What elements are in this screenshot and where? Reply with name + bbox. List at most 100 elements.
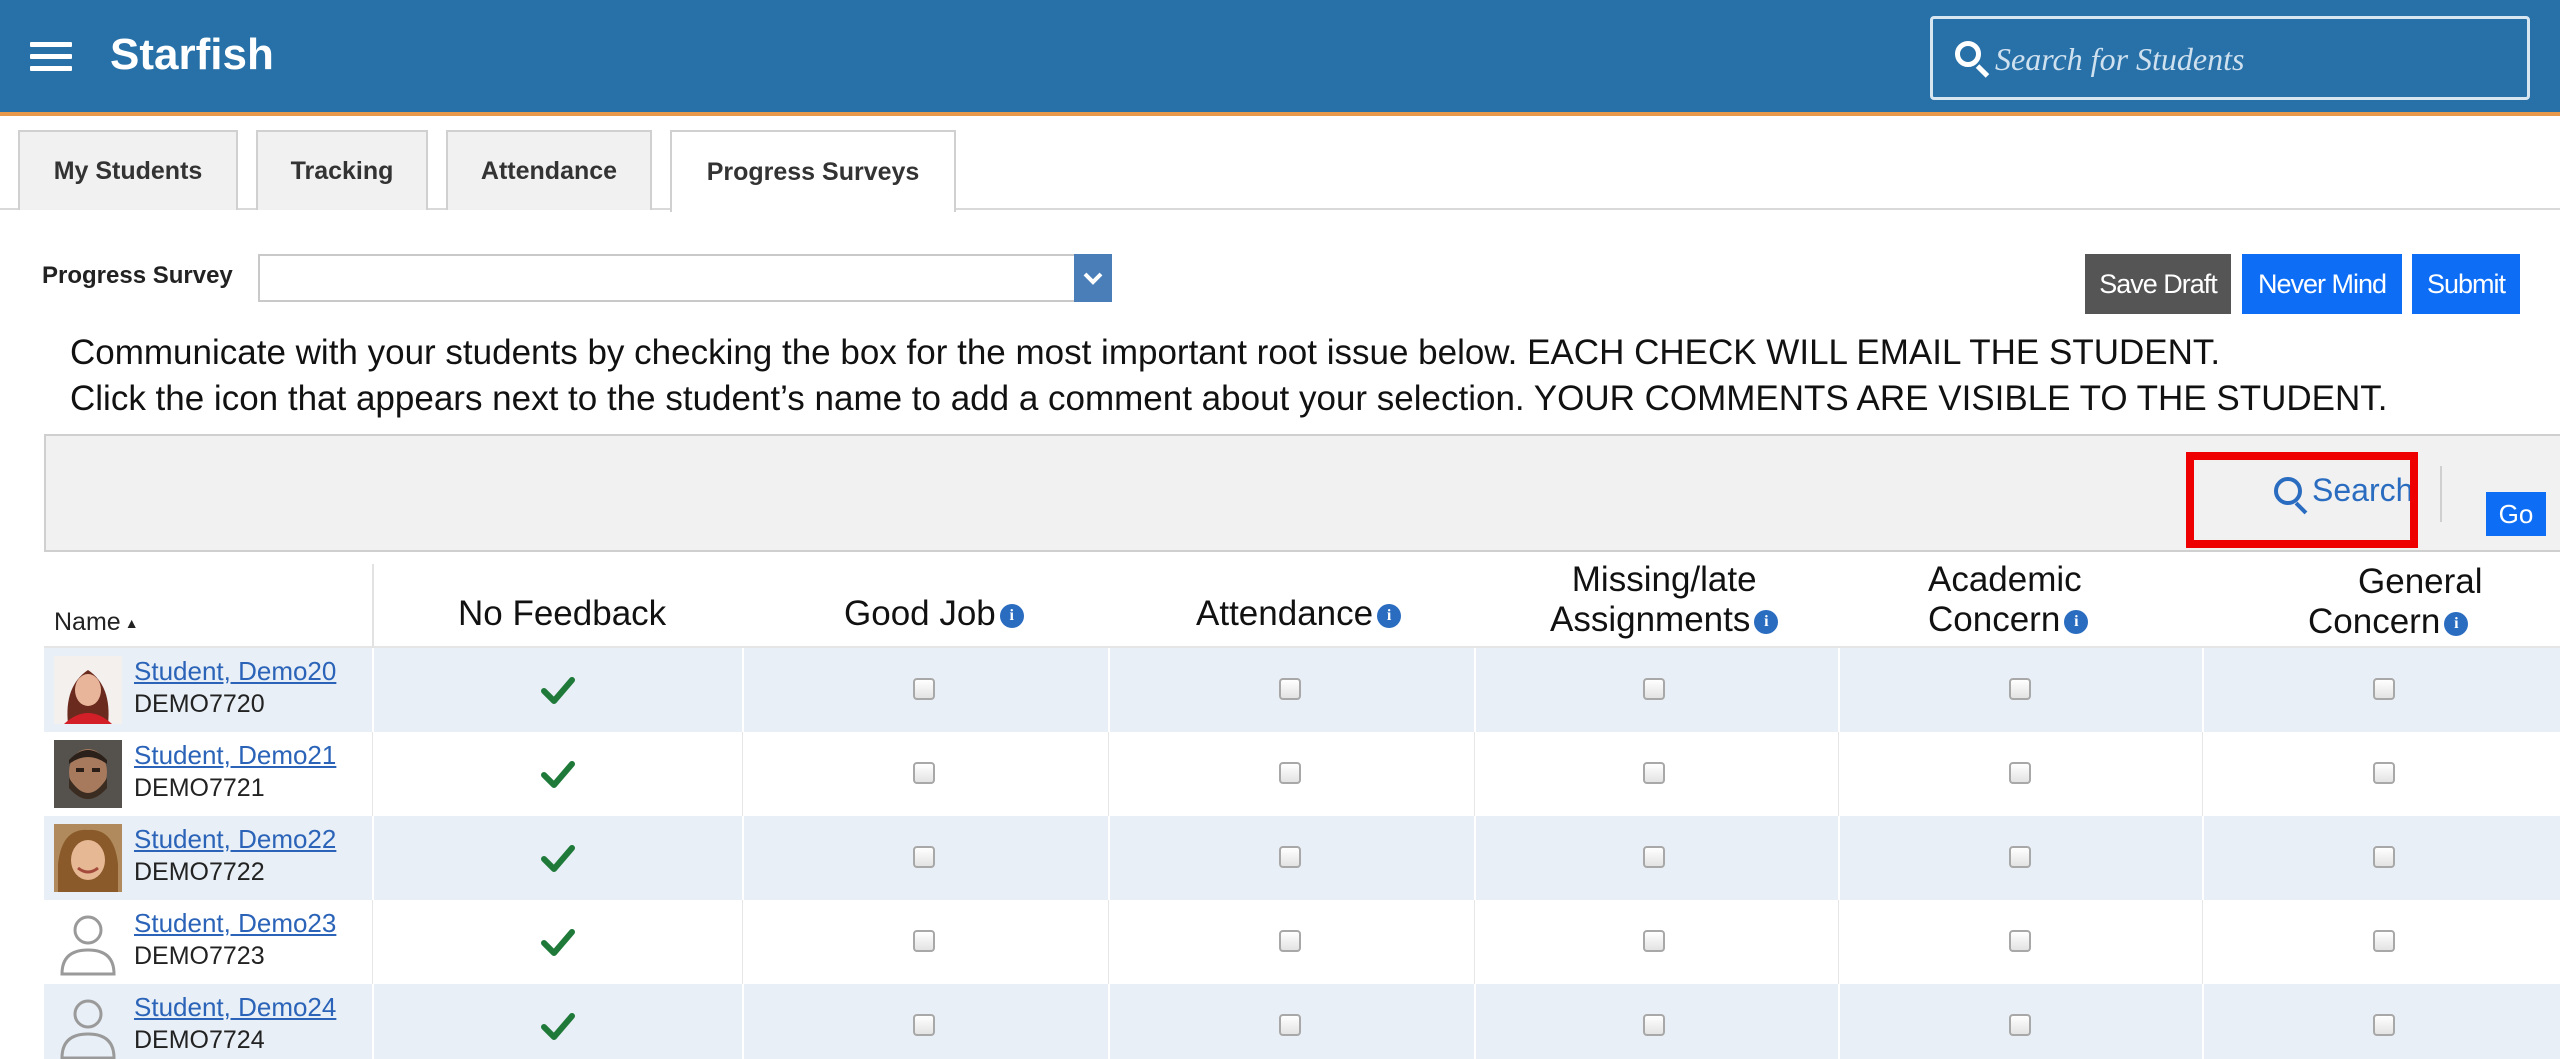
student-name-link[interactable]: Student, Demo24 [134,992,336,1023]
student-avatar [54,740,122,808]
missing-assignments-checkbox[interactable] [1643,762,1665,784]
checkmark-icon[interactable] [540,672,576,708]
cell-divider [372,900,373,984]
general-concern-checkbox[interactable] [2373,678,2395,700]
column-header-missing-line2: Assignments [1550,600,1751,639]
cell-divider [742,816,744,900]
academic-concern-checkbox[interactable] [2009,846,2031,868]
student-id: DEMO7724 [134,1026,265,1054]
tab-tracking[interactable]: Tracking [256,130,428,210]
general-concern-checkbox[interactable] [2373,930,2395,952]
good-job-checkbox[interactable] [913,1014,935,1036]
never-mind-button[interactable]: Never Mind [2242,254,2402,314]
default-user-icon [54,992,122,1059]
cell-divider [2202,732,2203,816]
attendance-checkbox[interactable] [1279,762,1301,784]
good-job-checkbox[interactable] [913,846,935,868]
general-concern-checkbox[interactable] [2373,846,2395,868]
general-concern-checkbox[interactable] [2373,1014,2395,1036]
cell-divider [1474,732,1475,816]
academic-concern-checkbox[interactable] [2009,678,2031,700]
divider [372,564,374,648]
column-header-academic-line2: Concern [1928,600,2061,639]
tab-attendance[interactable]: Attendance [446,130,652,210]
cell-divider [1474,984,1476,1059]
cell-divider [1838,732,1839,816]
table-row: Student, Demo22 DEMO7722 [44,816,2560,900]
column-header-general-concern: General Concern i [2308,562,2483,642]
default-user-icon [54,908,122,976]
missing-assignments-checkbox[interactable] [1643,1014,1665,1036]
column-header-attendance: Attendance i [1196,594,1402,634]
student-name-link[interactable]: Student, Demo20 [134,656,336,687]
general-concern-checkbox[interactable] [2373,762,2395,784]
cell-divider [372,732,373,816]
missing-assignments-checkbox[interactable] [1643,930,1665,952]
checkmark-icon[interactable] [540,924,576,960]
checkmark-icon[interactable] [540,756,576,792]
info-icon[interactable]: i [2444,611,2469,636]
column-header-general-line1: General [2358,562,2483,601]
progress-survey-select[interactable] [258,254,1112,302]
good-job-checkbox[interactable] [913,930,935,952]
info-icon[interactable]: i [1377,603,1402,628]
student-name-link[interactable]: Student, Demo23 [134,908,336,939]
table-row: Student, Demo21 DEMO7721 [44,732,2560,816]
checkmark-icon[interactable] [540,1008,576,1044]
filter-panel [44,434,2560,552]
table-header: Name ▲ No Feedback Good Job i Attendance i … [44,560,2560,648]
cell-divider [1108,984,1110,1059]
table-row: Student, Demo20 DEMO7720 [44,648,2560,732]
column-header-general-line2: Concern [2308,602,2441,641]
cell-divider [1838,816,1840,900]
column-header-attendance-label: Attendance [1196,594,1374,633]
academic-concern-checkbox[interactable] [2009,762,2031,784]
submit-button[interactable]: Submit [2412,254,2520,314]
student-id: DEMO7721 [134,774,265,802]
student-id: DEMO7723 [134,942,265,970]
table-row: Student, Demo23 DEMO7723 [44,900,2560,984]
attendance-checkbox[interactable] [1279,678,1301,700]
cell-divider [1108,732,1109,816]
cell-divider [2202,648,2204,732]
cell-divider [372,816,374,900]
cell-divider [2202,984,2204,1059]
divider [2440,466,2442,522]
go-button[interactable]: Go [2486,492,2546,536]
app-title: Starfish [110,30,274,79]
missing-assignments-checkbox[interactable] [1643,678,1665,700]
attendance-checkbox[interactable] [1279,930,1301,952]
checkmark-icon[interactable] [540,840,576,876]
academic-concern-checkbox[interactable] [2009,930,2031,952]
info-icon[interactable]: i [1754,609,1779,634]
chevron-down-icon[interactable] [1074,254,1112,302]
info-icon[interactable]: i [999,603,1024,628]
column-header-good-job-label: Good Job [844,594,996,633]
info-icon[interactable]: i [2064,609,2089,634]
save-draft-button[interactable]: Save Draft [2085,254,2231,314]
cell-divider [2202,816,2204,900]
attendance-checkbox[interactable] [1279,846,1301,868]
student-name-link[interactable]: Student, Demo21 [134,740,336,771]
column-header-name[interactable]: Name ▲ [54,602,139,643]
student-avatar [54,656,122,724]
hamburger-menu-icon[interactable] [30,42,72,72]
attendance-checkbox[interactable] [1279,1014,1301,1036]
tab-my-students[interactable]: My Students [18,130,238,210]
student-avatar [54,824,122,892]
tab-progress-surveys[interactable]: Progress Surveys [670,130,956,212]
cell-divider [1108,648,1110,732]
good-job-checkbox[interactable] [913,762,935,784]
student-name-link[interactable]: Student, Demo22 [134,824,336,855]
instructions-line-2: Click the icon that appears next to the … [70,379,2388,418]
student-search-box[interactable] [1930,16,2530,100]
student-search-input[interactable] [1995,37,2505,81]
missing-assignments-checkbox[interactable] [1643,846,1665,868]
cell-divider [742,984,744,1059]
academic-concern-checkbox[interactable] [2009,1014,2031,1036]
column-header-missing-line1: Missing/late [1571,560,1757,599]
sort-ascending-icon: ▲ [124,615,139,632]
good-job-checkbox[interactable] [913,678,935,700]
cell-divider [1108,900,1109,984]
progress-survey-label: Progress Survey [42,262,233,289]
